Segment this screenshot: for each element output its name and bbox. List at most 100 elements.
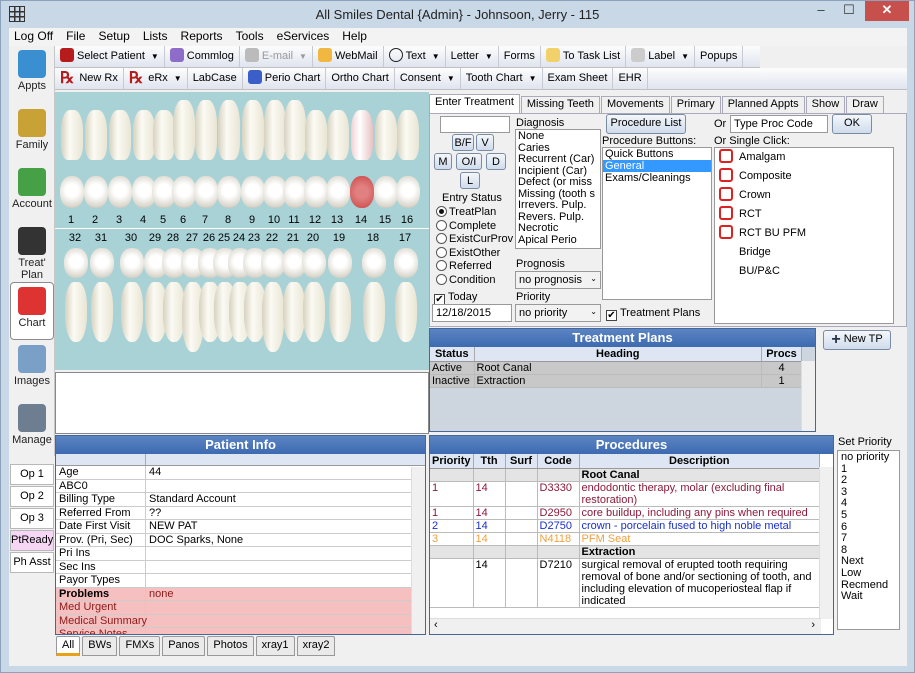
new-tp-button[interactable]: + New TP xyxy=(823,330,891,350)
tooth-30-crown[interactable] xyxy=(120,248,144,278)
tp-col-status[interactable]: Status xyxy=(430,347,475,362)
priority-option[interactable]: 5 xyxy=(841,509,896,522)
outlook-images[interactable]: Images xyxy=(10,341,54,399)
diagnosis-item[interactable]: Defect (or miss xyxy=(518,176,598,189)
image-tab-all[interactable]: All xyxy=(56,636,81,656)
patient-info-row[interactable]: Problems none xyxy=(56,587,411,601)
tooth-11-root[interactable] xyxy=(284,100,306,160)
priority-option[interactable]: 3 xyxy=(841,486,896,499)
tab-movements[interactable]: Movements xyxy=(600,96,670,113)
patient-info-row[interactable]: Date First Visit NEW PAT xyxy=(56,520,411,534)
tab-planned-appts[interactable]: Planned Appts xyxy=(721,96,805,113)
tooth-22-root[interactable] xyxy=(262,282,284,352)
tooth-14-root[interactable] xyxy=(351,110,373,160)
priority-option[interactable]: 1 xyxy=(841,463,896,476)
tooth-6-root[interactable] xyxy=(173,100,195,160)
toolbar-label-button[interactable]: Label ▼ xyxy=(626,46,696,67)
tooth-20-crown[interactable] xyxy=(302,248,326,278)
tooth-31-crown[interactable] xyxy=(90,248,114,278)
single-click-rct[interactable]: RCT xyxy=(715,205,893,224)
priority-option[interactable]: no priority xyxy=(841,451,896,464)
op-button-op-2[interactable]: Op 2 xyxy=(10,486,54,507)
menu-log-off[interactable]: Log Off xyxy=(9,28,58,44)
tooth-chart[interactable]: 1 2 3 4 5 6 7 8 9 10 11 12 13 14 15 16 32 31 30 29 28 27 26 25 2… xyxy=(55,92,429,370)
tooth-4-root[interactable] xyxy=(133,110,155,160)
priority-option[interactable]: 4 xyxy=(841,498,896,510)
toolbar-perio-chart-button[interactable]: Perio Chart xyxy=(243,68,327,89)
proc-col-description[interactable]: Description xyxy=(579,454,821,469)
tooth-6-crown[interactable] xyxy=(172,176,196,208)
minimize-button[interactable]: – xyxy=(807,1,835,21)
image-tab-photos[interactable]: Photos xyxy=(207,636,254,656)
tp-col-heading[interactable]: Heading xyxy=(474,347,762,362)
tp-col-procs[interactable]: Procs xyxy=(761,347,802,362)
treatment-plan-row[interactable]: Active Root Canal 4 xyxy=(430,361,802,375)
tooth-13-crown[interactable] xyxy=(326,176,350,208)
tooth-30-root[interactable] xyxy=(121,282,143,342)
menu-lists[interactable]: Lists xyxy=(138,28,173,44)
patient-info-row[interactable]: Payor Types xyxy=(56,574,411,588)
outlook-treat-plan[interactable]: Treat' Plan xyxy=(10,223,54,281)
procedure-category-item[interactable]: Quick Buttons xyxy=(603,148,711,160)
tooth-2-crown[interactable] xyxy=(84,176,108,208)
tooth-17-crown[interactable] xyxy=(394,248,418,278)
patient-info-row[interactable]: ABC0 xyxy=(56,479,411,493)
toolbar-exam-sheet-button[interactable]: Exam Sheet xyxy=(543,68,614,89)
diagnosis-item[interactable]: Irrevers. Pulp. xyxy=(518,199,598,212)
surface-button-bf[interactable]: B/F xyxy=(452,134,474,151)
procedures-hscrollbar[interactable]: ‹ › xyxy=(430,618,821,634)
tooth-17-root[interactable] xyxy=(395,282,417,342)
toolbar-forms-button[interactable]: Forms xyxy=(499,46,541,67)
procedure-button-categories[interactable]: Quick Buttons General Exams/Cleanings xyxy=(602,147,712,300)
toolbar-letter-button[interactable]: Letter ▼ xyxy=(446,46,499,67)
entry-status-complete[interactable]: Complete xyxy=(436,219,513,234)
diagnosis-item[interactable]: Necrotic xyxy=(518,222,598,235)
priority-option[interactable]: 7 xyxy=(841,533,896,545)
menu-file[interactable]: File xyxy=(61,28,90,44)
tooth-9-crown[interactable] xyxy=(241,176,265,208)
tooth-3-root[interactable] xyxy=(109,110,131,160)
entry-status-condition[interactable]: Condition xyxy=(436,273,513,288)
outlook-family[interactable]: Family xyxy=(10,105,54,163)
toolbar-text-button[interactable]: Text ▼ xyxy=(384,46,446,67)
patient-info-row[interactable]: Age 44 xyxy=(56,466,411,480)
surface-button-v[interactable]: V xyxy=(476,134,494,151)
toolbar-new-rx-button[interactable]: ℞ New Rx xyxy=(55,68,124,89)
toolbar-consent-button[interactable]: Consent ▼ xyxy=(395,68,461,89)
tooth-2-root[interactable] xyxy=(85,110,107,160)
tooth-1-crown[interactable] xyxy=(60,176,84,208)
op-button-op-3[interactable]: Op 3 xyxy=(10,508,54,529)
tooth-13-root[interactable] xyxy=(327,110,349,160)
toolbar-select-patient-button[interactable]: Select Patient ▼ xyxy=(55,46,165,67)
tooth-31-root[interactable] xyxy=(91,282,113,342)
tooth-12-crown[interactable] xyxy=(304,176,328,208)
diagnosis-item[interactable]: Recurrent (Car) xyxy=(518,153,598,166)
patient-info-row[interactable]: Sec Ins xyxy=(56,560,411,574)
op-button-ptready[interactable]: PtReady xyxy=(10,530,54,551)
patient-info-row[interactable]: Pri Ins xyxy=(56,547,411,561)
tooth-7-crown[interactable] xyxy=(194,176,218,208)
tooth-12-root[interactable] xyxy=(305,110,327,160)
toolbar-tooth-chart-button[interactable]: Tooth Chart ▼ xyxy=(461,68,543,89)
patient-info-row[interactable]: Service Notes xyxy=(56,628,411,634)
outlook-appts[interactable]: Appts xyxy=(10,46,54,104)
treatment-plans-checkbox[interactable]: ✔ Treatment Plans xyxy=(606,307,700,321)
proc-code-input[interactable] xyxy=(730,115,828,133)
tooth-18-root[interactable] xyxy=(363,282,385,342)
tab-draw[interactable]: Draw xyxy=(846,96,884,113)
toolbar-ehr-button[interactable]: EHR xyxy=(613,68,648,89)
tooth-15-crown[interactable] xyxy=(374,176,398,208)
surface-input[interactable] xyxy=(440,116,510,133)
proc-col-surf[interactable]: Surf xyxy=(505,454,538,469)
entry-status-existcurprov[interactable]: ExistCurProv xyxy=(436,233,513,247)
prognosis-select[interactable]: no prognosis ⌄ xyxy=(515,271,601,289)
proc-col-priority[interactable]: Priority xyxy=(430,454,474,469)
op-button-op-1[interactable]: Op 1 xyxy=(10,464,54,485)
procedure-list-button[interactable]: Procedure List xyxy=(606,114,686,134)
tab-enter-treatment[interactable]: Enter Treatment xyxy=(429,94,520,113)
diagnosis-list[interactable]: None Caries Recurrent (Car) Incipient (Car)… xyxy=(515,129,601,249)
tooth-32-root[interactable] xyxy=(65,282,87,342)
toolbar-ortho-chart-button[interactable]: Ortho Chart xyxy=(326,68,395,89)
procedure-row[interactable]: 14 D7210 surgical removal of erupted tooth… xyxy=(430,558,821,608)
tooth-19-crown[interactable] xyxy=(328,248,352,278)
